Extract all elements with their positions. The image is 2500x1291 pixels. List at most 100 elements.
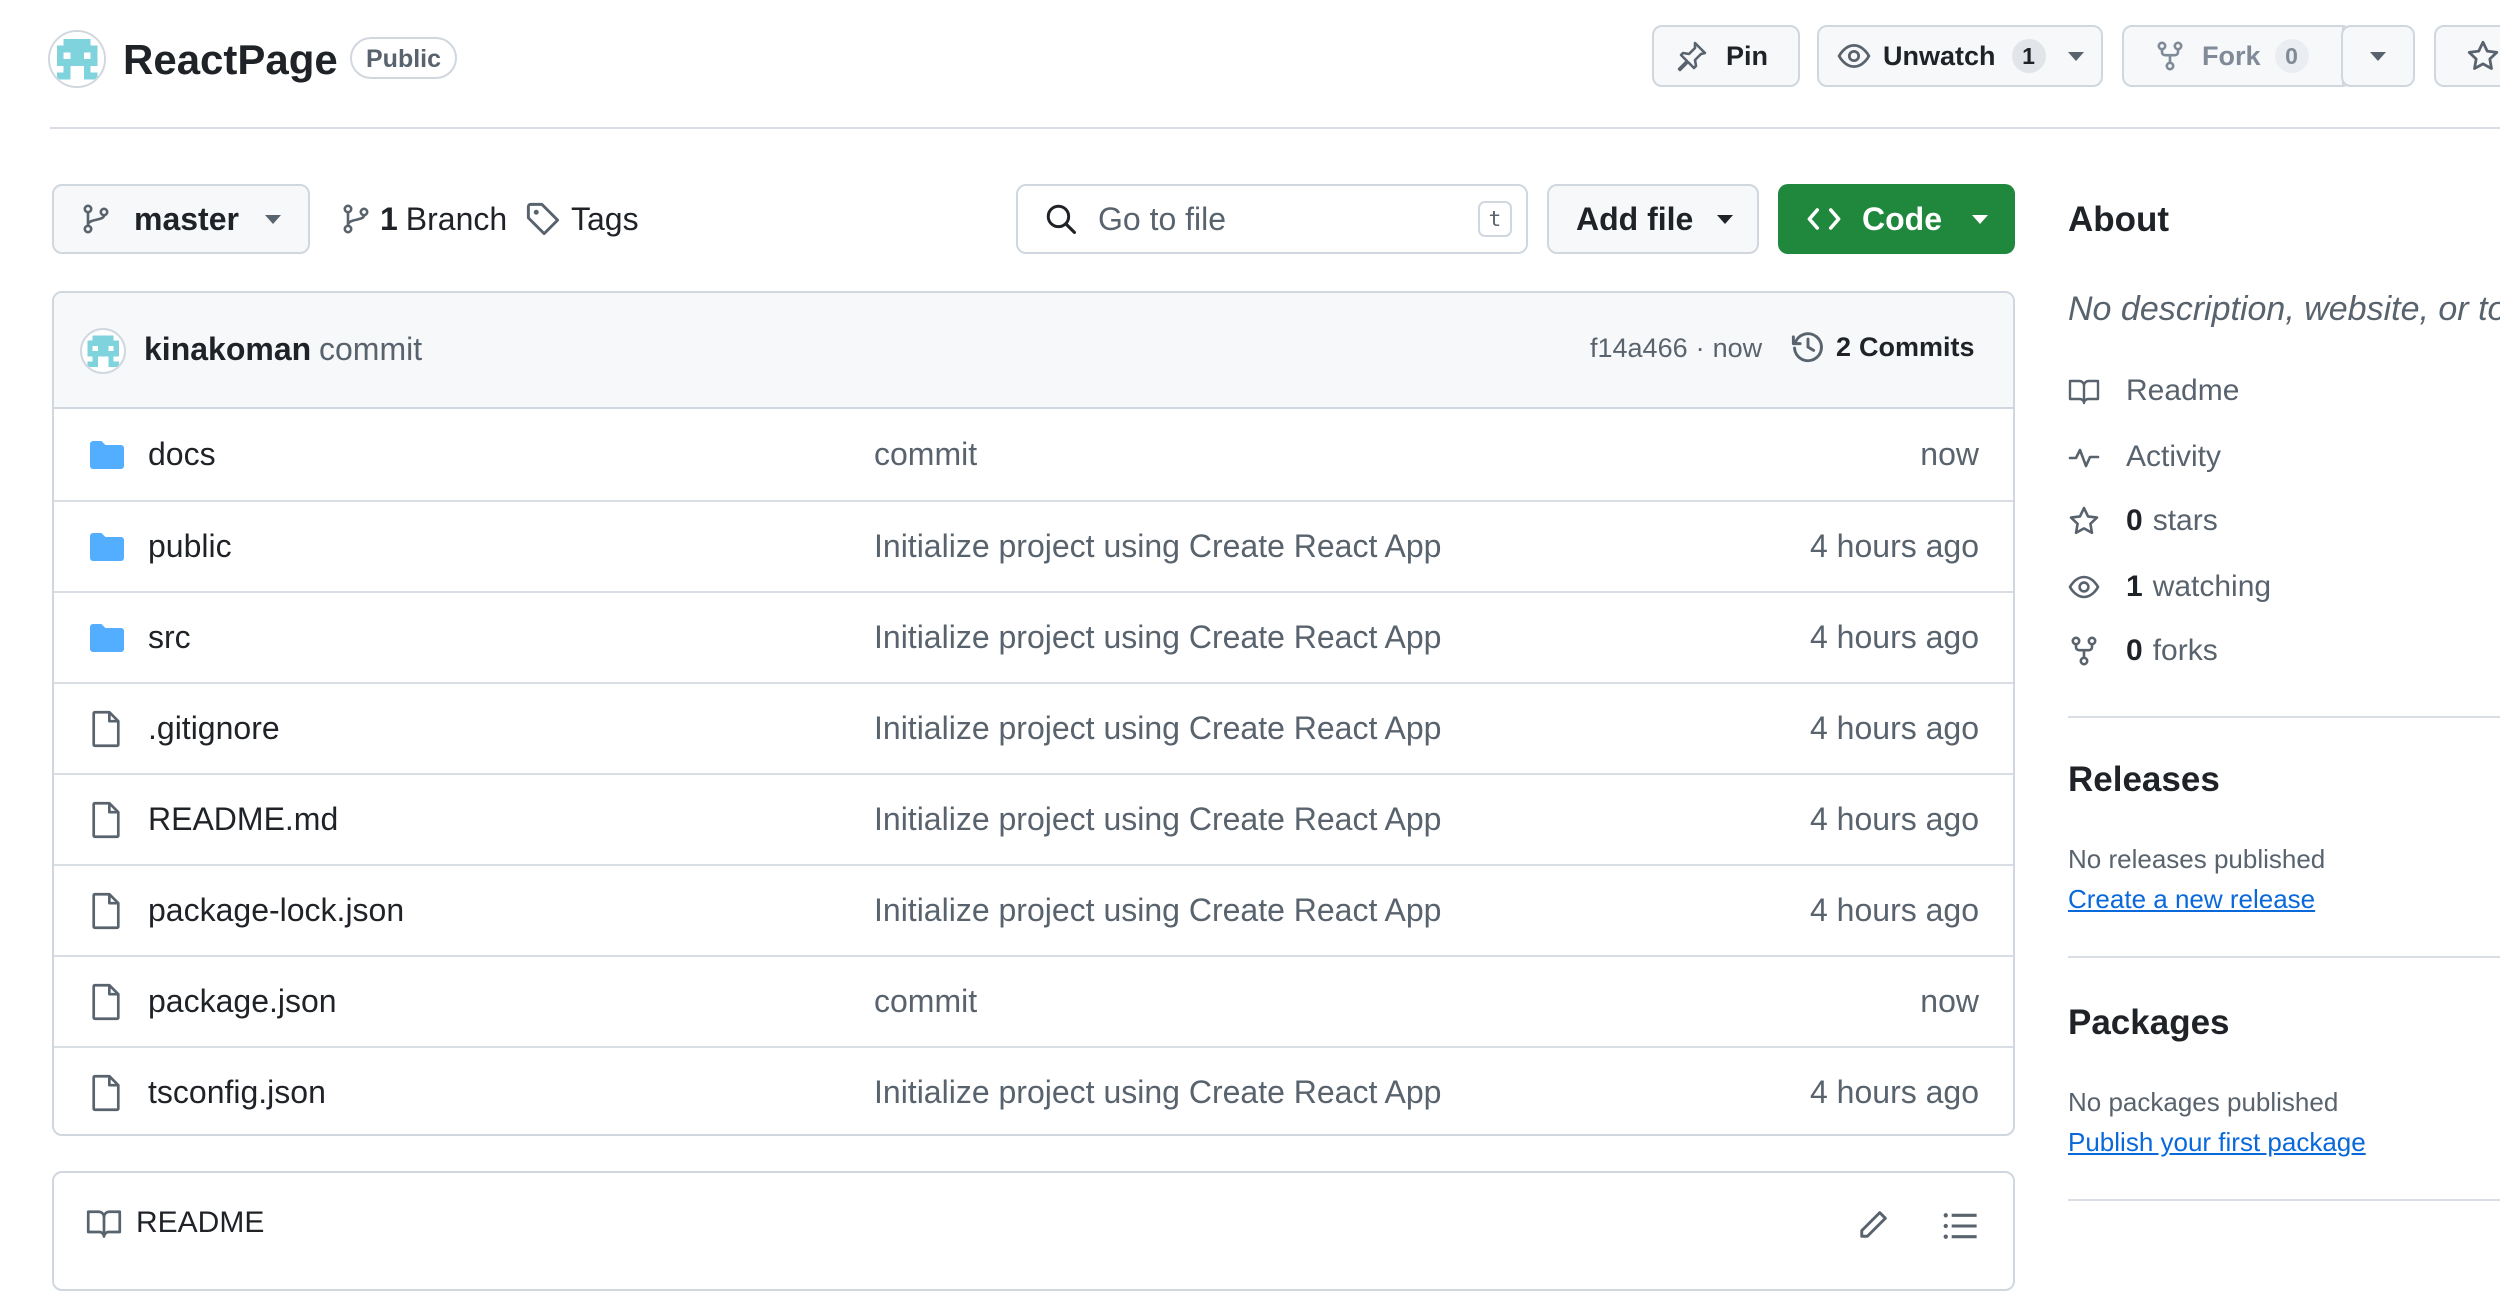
tag-icon	[525, 201, 561, 237]
about-heading: About	[2068, 200, 2170, 239]
chevron-down-icon	[1717, 214, 1734, 224]
file-commit-age: 4 hours ago	[1809, 710, 1979, 746]
about-item-count: 0	[2126, 634, 2143, 667]
tags-link[interactable]: Tags	[525, 196, 639, 242]
file-icon	[88, 710, 124, 748]
star-icon	[2466, 39, 2500, 73]
readme-tab[interactable]: README	[86, 1205, 264, 1241]
about-item-label: Readme	[2126, 374, 2240, 407]
file-commit-message[interactable]: Initialize project using Create React Ap…	[874, 710, 1441, 747]
book-icon	[86, 1205, 122, 1241]
commits-link[interactable]: 2 Commits	[1790, 329, 1975, 365]
unwatch-label: Unwatch	[1883, 40, 1996, 71]
file-name[interactable]: .gitignore	[148, 710, 280, 747]
about-item-label: Activity	[2126, 440, 2222, 473]
create-release-link[interactable]: Create a new release	[2068, 884, 2315, 915]
branch-name: master	[134, 200, 239, 237]
file-row[interactable]: tsconfig.json Initialize project using Cr…	[54, 1046, 2013, 1134]
edit-icon[interactable]	[1855, 1207, 1891, 1243]
branches-label: Branch	[405, 200, 508, 237]
file-commit-age: now	[1920, 436, 1979, 472]
file-commit-message[interactable]: Initialize project using Create React Ap…	[874, 1074, 1441, 1111]
file-name[interactable]: public	[148, 528, 232, 565]
file-commit-message[interactable]: Initialize project using Create React Ap…	[874, 528, 1441, 565]
commit-sha[interactable]: f14a466	[1590, 333, 1688, 364]
outline-list-icon[interactable]	[1941, 1207, 1979, 1245]
commit-author[interactable]: kinakoman	[144, 331, 311, 368]
star-button[interactable]	[2434, 25, 2500, 87]
code-button[interactable]: Code	[1778, 184, 2015, 254]
file-row[interactable]: src Initialize project using Create React…	[54, 591, 2013, 682]
commit-time: now	[1712, 333, 1763, 363]
branches-count: 1	[380, 200, 398, 237]
fork-count: 0	[2274, 39, 2309, 73]
about-item-Readme[interactable]: Readme	[2068, 374, 2239, 408]
about-item-label: watching	[2152, 570, 2272, 603]
visibility-badge: Public	[350, 37, 458, 79]
file-row[interactable]: public Initialize project using Create Re…	[54, 500, 2013, 591]
add-file-button[interactable]: Add file	[1547, 184, 1759, 254]
releases-heading[interactable]: Releases	[2068, 760, 2220, 800]
file-row[interactable]: .gitignore Initialize project using Creat…	[54, 682, 2013, 773]
about-item-stars[interactable]: 0 stars	[2068, 504, 2218, 538]
folder-icon	[88, 439, 126, 471]
file-commit-age: 4 hours ago	[1809, 801, 1979, 837]
search-placeholder: Go to file	[1098, 200, 1227, 237]
commit-message[interactable]: commit	[319, 331, 422, 368]
file-name[interactable]: package-lock.json	[148, 892, 404, 929]
file-name[interactable]: tsconfig.json	[148, 1074, 326, 1111]
pin-label: Pin	[1726, 40, 1769, 71]
file-row[interactable]: package.json commit now	[54, 955, 2013, 1046]
sidebar-divider	[2068, 956, 2500, 958]
file-commit-message[interactable]: Initialize project using Create React Ap…	[874, 801, 1441, 838]
sidebar-divider	[2068, 716, 2500, 718]
readme-panel: README	[52, 1171, 2015, 1291]
tags-label: Tags	[571, 200, 639, 237]
file-row[interactable]: package-lock.json Initialize project usin…	[54, 864, 2013, 955]
repo-name[interactable]: ReactPage	[123, 32, 338, 88]
file-commit-age: 4 hours ago	[1809, 528, 1979, 564]
commit-author-avatar[interactable]	[80, 328, 126, 374]
file-icon	[88, 801, 124, 839]
about-item-count: 0	[2126, 504, 2143, 537]
code-icon	[1806, 201, 1842, 237]
eye-icon	[2068, 571, 2100, 603]
branches-link[interactable]: 1 Branch	[340, 196, 507, 242]
fork-icon	[2068, 635, 2100, 667]
file-commit-message[interactable]: commit	[874, 436, 977, 473]
file-row[interactable]: README.md Initialize project using Create…	[54, 773, 2013, 864]
file-icon	[88, 1074, 124, 1112]
packages-note: No packages published	[2068, 1087, 2339, 1117]
star-icon	[2068, 505, 2100, 537]
publish-package-link[interactable]: Publish your first package	[2068, 1127, 2366, 1158]
fork-button[interactable]: Fork 0	[2122, 25, 2352, 87]
file-commit-age: 4 hours ago	[1809, 619, 1979, 655]
repo-owner-avatar[interactable]	[48, 30, 106, 88]
packages-heading[interactable]: Packages	[2068, 1003, 2230, 1043]
go-to-file-search[interactable]: Go to file t	[1016, 184, 1528, 254]
file-name[interactable]: docs	[148, 436, 216, 473]
about-item-watching[interactable]: 1 watching	[2068, 570, 2271, 604]
branch-selector[interactable]: master	[52, 184, 310, 254]
search-shortcut-key: t	[1478, 201, 1512, 237]
file-name[interactable]: package.json	[148, 983, 337, 1020]
watch-count: 1	[2011, 39, 2046, 73]
fork-menu-button[interactable]	[2341, 25, 2415, 87]
header-divider	[50, 127, 2500, 129]
chevron-down-icon[interactable]	[2067, 51, 2084, 61]
about-item-count: 1	[2126, 570, 2143, 603]
about-item-forks[interactable]: 0 forks	[2068, 634, 2218, 668]
file-browser: kinakoman commit f14a466 · now 2 Commits…	[52, 291, 2015, 1136]
about-item-Activity[interactable]: Activity	[2068, 440, 2221, 474]
unwatch-button[interactable]: Unwatch 1	[1817, 25, 2103, 87]
file-commit-message[interactable]: Initialize project using Create React Ap…	[874, 619, 1441, 656]
file-commit-message[interactable]: commit	[874, 983, 977, 1020]
commit-separator: ·	[1695, 333, 1705, 363]
fork-label: Fork	[2202, 40, 2261, 71]
file-row[interactable]: docs commit now	[54, 409, 2013, 500]
pin-button[interactable]: Pin	[1652, 25, 1800, 87]
chevron-down-icon	[2370, 51, 2386, 61]
file-name[interactable]: README.md	[148, 801, 338, 838]
file-name[interactable]: src	[148, 619, 191, 656]
file-commit-message[interactable]: Initialize project using Create React Ap…	[874, 892, 1441, 929]
